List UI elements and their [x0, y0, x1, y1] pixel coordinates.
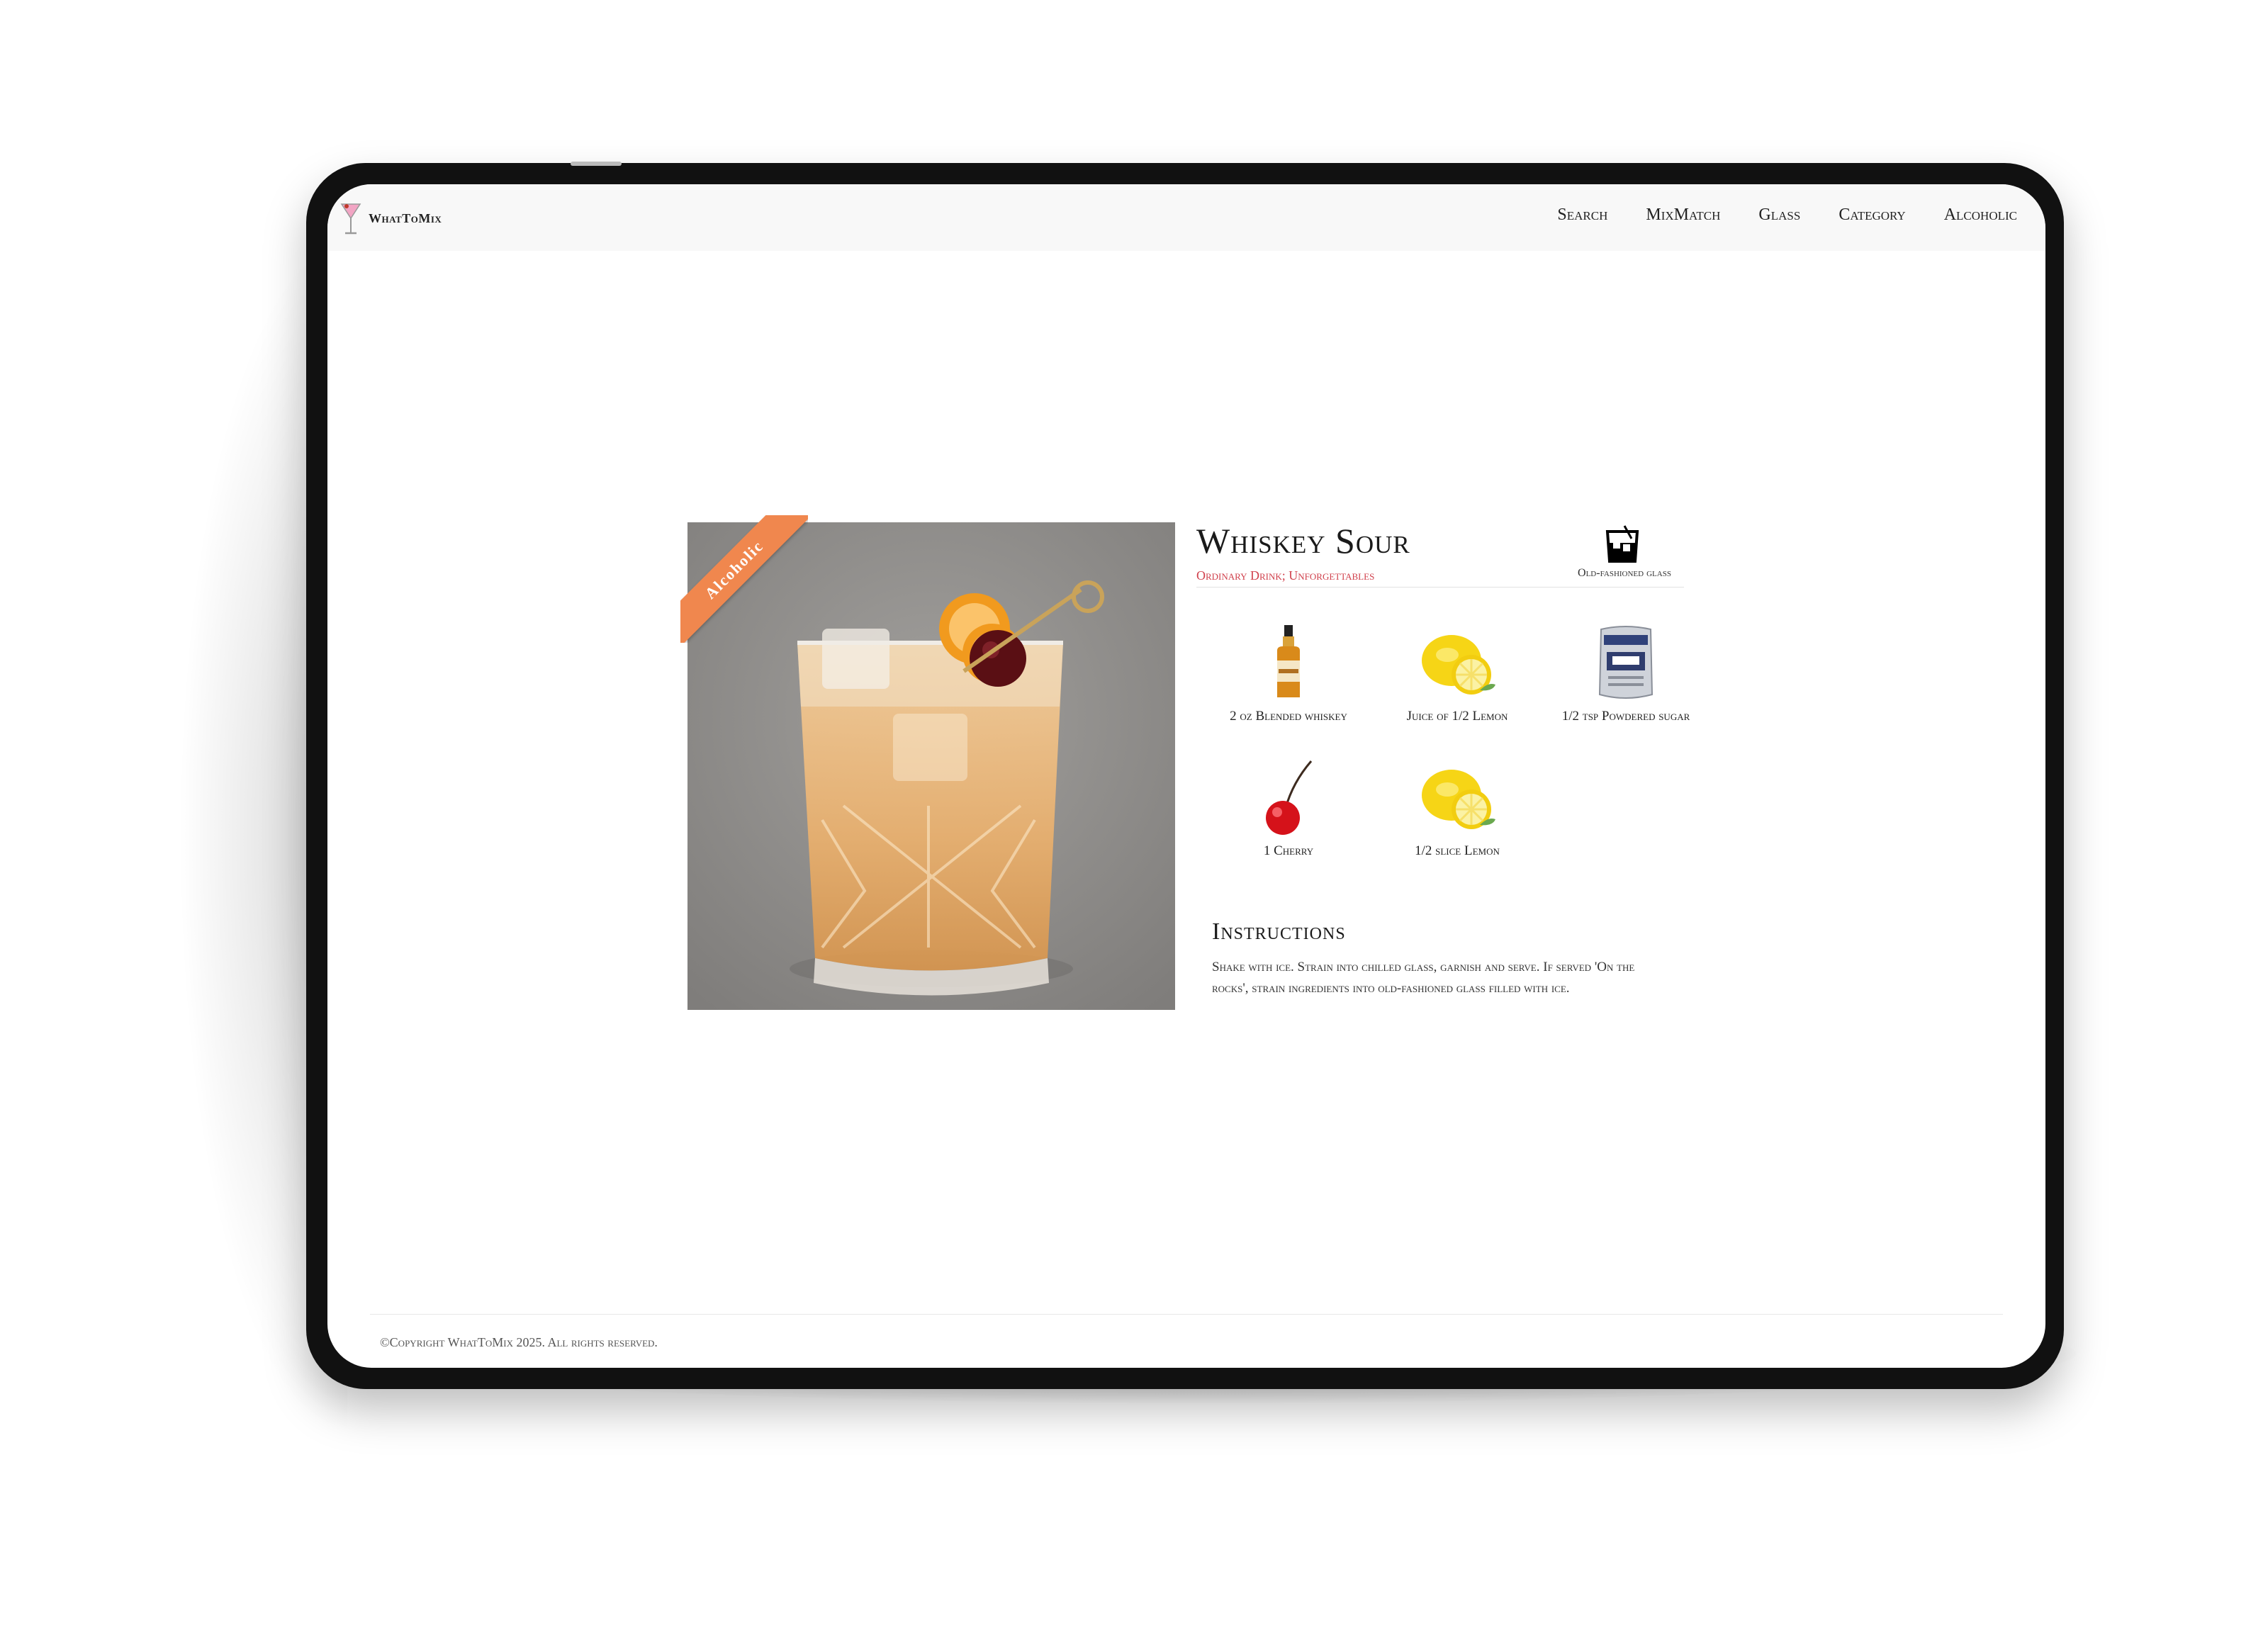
ingredient-item[interactable]: 2 oz Blended whiskey — [1218, 624, 1359, 727]
nav-item-alcoholic[interactable]: Alcoholic — [1944, 206, 2017, 225]
ingredient-label: 2 oz Blended whiskey — [1230, 709, 1347, 724]
ingredient-label: Juice of 1/2 Lemon — [1406, 709, 1508, 724]
instructions-title: Instructions — [1212, 918, 1346, 945]
alcoholic-badge-wrap: Alcoholic — [680, 515, 808, 643]
cherry-icon — [1266, 760, 1313, 835]
whiskey-bottle-icon — [1277, 625, 1300, 697]
nav-menu: Search MixMatch Glass Category Alcoholic — [1519, 206, 2017, 225]
sugar-bag-icon — [1598, 626, 1654, 699]
tablet-power-button — [571, 162, 622, 166]
ingredient-label: 1/2 slice Lemon — [1415, 843, 1500, 858]
footer-copyright: ©Copyright WhatToMix 2025. All rights re… — [380, 1335, 658, 1349]
nav-item-search[interactable]: Search — [1557, 206, 1607, 225]
nav-item-category[interactable]: Category — [1838, 206, 1905, 225]
lemon-icon — [1422, 770, 1495, 829]
navbar: WhatToMix Search MixMatch Glass Category… — [327, 184, 2045, 251]
brand[interactable]: WhatToMix — [340, 200, 442, 237]
title-divider — [1196, 587, 1684, 588]
lemon-icon — [1422, 635, 1495, 695]
ingredient-item[interactable]: 1/2 tsp Powdered sugar — [1555, 624, 1697, 727]
old-fashioned-glass-icon[interactable] — [1603, 524, 1641, 568]
nav-item-mixmatch[interactable]: MixMatch — [1646, 206, 1720, 225]
brand-name: WhatToMix — [369, 210, 442, 225]
footer-divider — [370, 1314, 2003, 1315]
glass-label[interactable]: Old-fashioned glass — [1554, 567, 1695, 580]
ingredient-item[interactable]: 1/2 slice Lemon — [1386, 758, 1528, 862]
cocktail-glass-icon — [340, 200, 361, 237]
tablet-screen: WhatToMix Search MixMatch Glass Category… — [327, 184, 2045, 1368]
ingredient-item[interactable]: 1 Cherry — [1218, 758, 1359, 862]
ingredient-item[interactable]: Juice of 1/2 Lemon — [1386, 624, 1528, 727]
drink-title: Whiskey Sour — [1196, 521, 1410, 561]
ingredient-label: 1 Cherry — [1263, 843, 1314, 858]
alcoholic-badge: Alcoholic — [680, 515, 808, 643]
instructions-text: Shake with ice. Strain into chilled glas… — [1212, 960, 1635, 996]
ingredient-label: 1/2 tsp Powdered sugar — [1561, 709, 1690, 724]
drink-categories[interactable]: Ordinary Drink; Unforgettables — [1196, 568, 1374, 583]
nav-item-glass[interactable]: Glass — [1758, 206, 1800, 225]
